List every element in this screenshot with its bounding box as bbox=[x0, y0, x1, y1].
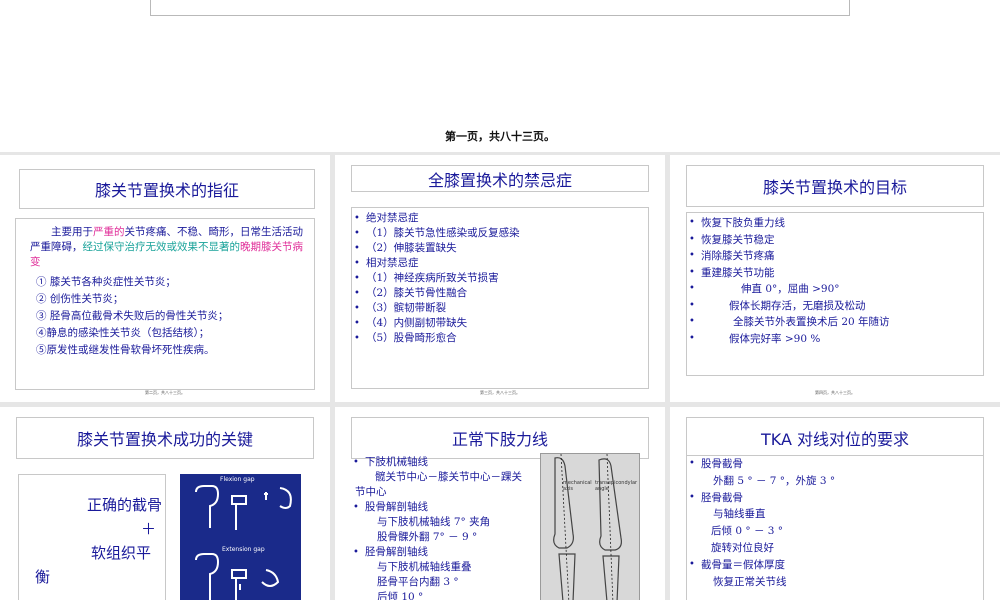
list-item: 与下肢机械轴线 7° 夹角 bbox=[377, 516, 491, 528]
leg-bones-icon bbox=[553, 454, 622, 600]
key-line: 正确的截骨 bbox=[87, 496, 163, 514]
alignment-list: • 下肢机械轴线 髋关节中心－膝关节中心－踝关 节中心 • 股骨解剖轴线 与下肢机械… bbox=[351, 455, 551, 600]
list-item: • 恢复下肢负重力线 bbox=[689, 217, 785, 229]
goals-list: • 恢复下肢负重力线 • 恢复膝关节稳定 • 消除膝关节疼痛 • 重建膝关节功能 • 伸直… bbox=[687, 215, 983, 347]
content-box: • 股骨截骨 外翻 5 ° － 7 °，外旋 3 ° • 胫骨截骨 与轴线垂直 后倾… bbox=[686, 455, 984, 600]
page-caption: 第一页，共八十三页。 bbox=[445, 130, 555, 143]
list-item: • 假体完好率 >90 % bbox=[689, 332, 821, 345]
slide-success-keys[interactable]: 膝关节置换术成功的关键 正确的截骨 ＋ 软组织平 衡 Flexion gap E… bbox=[0, 407, 330, 600]
slide-title: 膝关节置换术的目标 bbox=[686, 165, 984, 207]
indication-item: ④静息的感染性关节炎（包括结核）； bbox=[36, 327, 210, 339]
indication-item: ⑤原发性或继发性骨软骨坏死性疾病。 bbox=[36, 344, 215, 356]
list-item: • （5）股骨畸形愈合 bbox=[354, 332, 457, 344]
contraindication-list: • 绝对禁忌症 • （1）膝关节急性感染或反复感染 • （2）伸膝装置缺失 • 相对禁忌… bbox=[352, 211, 648, 346]
list-item: 旋转对位良好 bbox=[711, 541, 774, 554]
slide-tka-alignment[interactable]: TKA 对线对位的要求 • 股骨截骨 外翻 5 ° － 7 °，外旋 3 ° • 胫… bbox=[670, 407, 1000, 600]
slide-footer: 第二页，共八十三页。 bbox=[145, 390, 185, 395]
list-item: • 绝对禁忌症 bbox=[354, 212, 419, 224]
list-item: • 胫骨解剖轴线 bbox=[353, 546, 428, 558]
list-item: • （1）神经疾病所致关节损害 bbox=[354, 272, 499, 284]
list-item: • （3）髌韧带断裂 bbox=[354, 302, 447, 314]
list-item: • 相对禁忌症 bbox=[354, 257, 419, 269]
content-box: 正确的截骨 ＋ 软组织平 衡 bbox=[18, 474, 166, 600]
key-plus: ＋ bbox=[141, 520, 157, 538]
slide-contraindications[interactable]: 全膝置换术的禁忌症 • 绝对禁忌症 • （1）膝关节急性感染或反复感染 • （2）伸膝… bbox=[335, 155, 665, 402]
list-item: 后倾 10 ° bbox=[377, 591, 424, 600]
leg-axis-figure: mechanical axis transepicondylar angle bbox=[540, 453, 640, 600]
list-item: • 下肢机械轴线 bbox=[353, 456, 428, 468]
list-item: 胫骨平台内翻 3 ° bbox=[377, 576, 459, 588]
list-item: 髋关节中心－膝关节中心－踝关 bbox=[375, 471, 522, 483]
slide-indications[interactable]: 膝关节置换术的指征 主要用于严重的关节疼痛、不稳、畸形，日常生活活动严重障碍，经… bbox=[0, 155, 330, 402]
intro-paragraph: 主要用于严重的关节疼痛、不稳、畸形，日常生活活动严重障碍，经过保守治疗无效或效果… bbox=[30, 226, 303, 268]
list-item: • 重建膝关节功能 bbox=[689, 266, 775, 279]
previous-slide-preview[interactable] bbox=[150, 0, 850, 16]
content-box: 主要用于严重的关节疼痛、不稳、畸形，日常生活活动严重障碍，经过保守治疗无效或效果… bbox=[15, 218, 315, 390]
content-area: • 下肢机械轴线 髋关节中心－膝关节中心－踝关 节中心 • 股骨解剖轴线 与下肢机械… bbox=[351, 455, 551, 600]
list-item: 与下肢机械轴线重叠 bbox=[377, 561, 472, 573]
list-item: • 全膝关节外表置换术后 20 年随访 bbox=[689, 316, 890, 328]
indication-item: ③ 胫骨高位截骨术失败后的骨性关节炎； bbox=[36, 310, 229, 322]
list-item: • （2）伸膝装置缺失 bbox=[354, 242, 457, 254]
key-line: 衡 bbox=[35, 568, 51, 586]
slide-title: 膝关节置换术成功的关键 bbox=[16, 417, 314, 459]
list-item: • （4）内侧副韧带缺失 bbox=[354, 317, 468, 329]
list-item: 恢复正常关节线 bbox=[713, 575, 787, 588]
list-item: • （2）膝关节骨性融合 bbox=[354, 287, 468, 299]
list-item: • 股骨解剖轴线 bbox=[353, 501, 428, 513]
slide-title: 全膝置换术的禁忌症 bbox=[351, 165, 649, 192]
slide-goals[interactable]: 膝关节置换术的目标 • 恢复下肢负重力线 • 恢复膝关节稳定 • 消除膝关节疼痛 • 重… bbox=[670, 155, 1000, 402]
list-item: • 截骨量＝假体厚度 bbox=[689, 558, 785, 571]
top-area: 第一页，共八十三页。 bbox=[0, 0, 1000, 152]
content-box: • 恢复下肢负重力线 • 恢复膝关节稳定 • 消除膝关节疼痛 • 重建膝关节功能 • 伸直… bbox=[686, 212, 984, 376]
list-item: 与轴线垂直 bbox=[713, 508, 766, 521]
list-item: 外翻 5 ° － 7 °，外旋 3 ° bbox=[713, 474, 836, 487]
content-box: • 绝对禁忌症 • （1）膝关节急性感染或反复感染 • （2）伸膝装置缺失 • 相对禁忌… bbox=[351, 207, 649, 389]
slide-footer: 第四页，共八十三页。 bbox=[815, 390, 855, 395]
list-item: • 股骨截骨 bbox=[689, 458, 743, 470]
list-item: 节中心 bbox=[355, 486, 387, 498]
tka-requirements-list: • 股骨截骨 外翻 5 ° － 7 °，外旋 3 ° • 胫骨截骨 与轴线垂直 后倾… bbox=[687, 456, 983, 590]
list-item: • 恢复膝关节稳定 bbox=[689, 233, 775, 246]
slide-footer: 第三页，共八十三页。 bbox=[480, 390, 520, 395]
list-item: • 胫骨截骨 bbox=[689, 491, 743, 504]
list-item: 后倾 0 ° － 3 ° bbox=[711, 525, 784, 538]
slide-limb-alignment[interactable]: 正常下肢力线 • 下肢机械轴线 髋关节中心－膝关节中心－踝关 节中心 • 股骨解剖轴… bbox=[335, 407, 665, 600]
knee-diagram-icon bbox=[195, 485, 292, 600]
indication-item: ② 创伤性关节炎； bbox=[36, 293, 124, 305]
slide-title: TKA 对线对位的要求 bbox=[686, 417, 984, 459]
slide-title: 膝关节置换术的指征 bbox=[19, 169, 315, 209]
list-item: • （1）膝关节急性感染或反复感染 bbox=[354, 227, 520, 239]
list-item: 股骨髁外翻 7° － 9 ° bbox=[377, 531, 478, 543]
list-item: • 消除膝关节疼痛 bbox=[689, 250, 775, 262]
key-line: 软组织平 bbox=[91, 544, 152, 562]
list-item: • 伸直 0°，屈曲 >90° bbox=[689, 283, 840, 295]
indication-item: ① 膝关节各种炎症性关节炎； bbox=[36, 276, 176, 288]
list-item: • 假体长期存活，无磨损及松动 bbox=[689, 299, 866, 312]
gap-balance-figure: Flexion gap Extension gap bbox=[180, 474, 301, 600]
